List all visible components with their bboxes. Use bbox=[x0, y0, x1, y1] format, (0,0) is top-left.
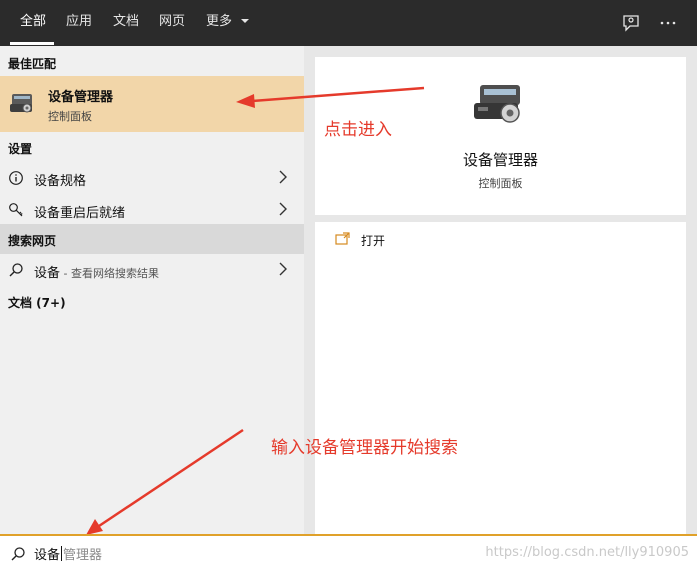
search-bar[interactable]: 设备 管理器 https://blog.csdn.net/lly910905 bbox=[0, 534, 697, 572]
annotation-click-enter: 点击进入 bbox=[324, 120, 392, 140]
annotation-arrow-top bbox=[236, 86, 425, 108]
search-suggestion-text: 管理器 bbox=[63, 548, 103, 563]
search-typed-text: 设备 bbox=[34, 548, 61, 563]
annotation-arrows bbox=[86, 86, 425, 535]
annotation-instruction: 输入设备管理器开始搜索 bbox=[271, 438, 458, 458]
watermark: https://blog.csdn.net/lly910905 bbox=[485, 545, 689, 560]
search-icon bbox=[11, 547, 25, 561]
annotation-arrow-bottom bbox=[86, 428, 244, 535]
search-input[interactable]: 设备 管理器 bbox=[34, 544, 102, 563]
text-caret bbox=[61, 546, 63, 561]
